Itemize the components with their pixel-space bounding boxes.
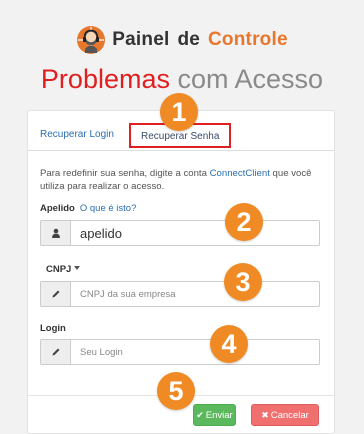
support-headset-icon: [76, 25, 106, 55]
pencil-icon: [41, 282, 71, 306]
login-label: Login: [40, 323, 66, 334]
apelido-label: Apelido O que é isto?: [40, 203, 136, 214]
login-field: [40, 339, 320, 365]
step-marker-4: 4: [210, 325, 248, 363]
user-icon: [41, 221, 71, 245]
cnpj-input[interactable]: [71, 282, 319, 306]
check-icon: ✔: [196, 409, 204, 420]
apelido-field: [40, 220, 320, 246]
help-link[interactable]: O que é isto?: [80, 203, 137, 214]
cnpj-label-text: CNPJ: [46, 264, 72, 275]
instructions-before: Para redefinir sua senha, digite a conta: [40, 168, 210, 179]
app-header: Painel de Controle: [0, 22, 364, 58]
login-input[interactable]: [71, 340, 319, 364]
chevron-down-icon: [74, 266, 81, 270]
app-title-painel: Painel: [112, 29, 170, 50]
enviar-button[interactable]: ✔ Enviar: [193, 404, 236, 426]
brand-connect: Connect: [209, 168, 246, 179]
cancelar-button[interactable]: ✖ Cancelar: [251, 404, 319, 426]
tab-recuperar-login[interactable]: Recuperar Login: [40, 129, 114, 140]
enviar-label: Enviar: [205, 409, 233, 421]
cancelar-label: Cancelar: [270, 409, 309, 421]
page-title-com-acesso: com Acesso: [177, 64, 324, 94]
apelido-label-text: Apelido: [40, 203, 75, 214]
cnpj-field: [40, 281, 320, 307]
step-marker-5: 5: [157, 372, 195, 410]
apelido-input[interactable]: [71, 221, 319, 245]
page-title: Problemas com Acesso: [0, 64, 364, 95]
cnpj-dropdown[interactable]: CNPJ: [46, 264, 81, 275]
instructions-text: Para redefinir sua senha, digite a conta…: [40, 167, 330, 193]
pencil-icon: [41, 340, 71, 364]
step-marker-3: 3: [224, 263, 262, 301]
step-marker-2: 2: [225, 203, 263, 241]
page-title-problemas: Problemas: [40, 64, 170, 94]
step-marker-1: 1: [160, 93, 198, 131]
app-title-de: de: [177, 29, 201, 50]
app-title-controle: Controle: [208, 29, 288, 50]
brand-client: Client: [245, 168, 270, 179]
close-icon: ✖: [261, 409, 269, 420]
app-title: Painel de Controle: [112, 29, 287, 51]
